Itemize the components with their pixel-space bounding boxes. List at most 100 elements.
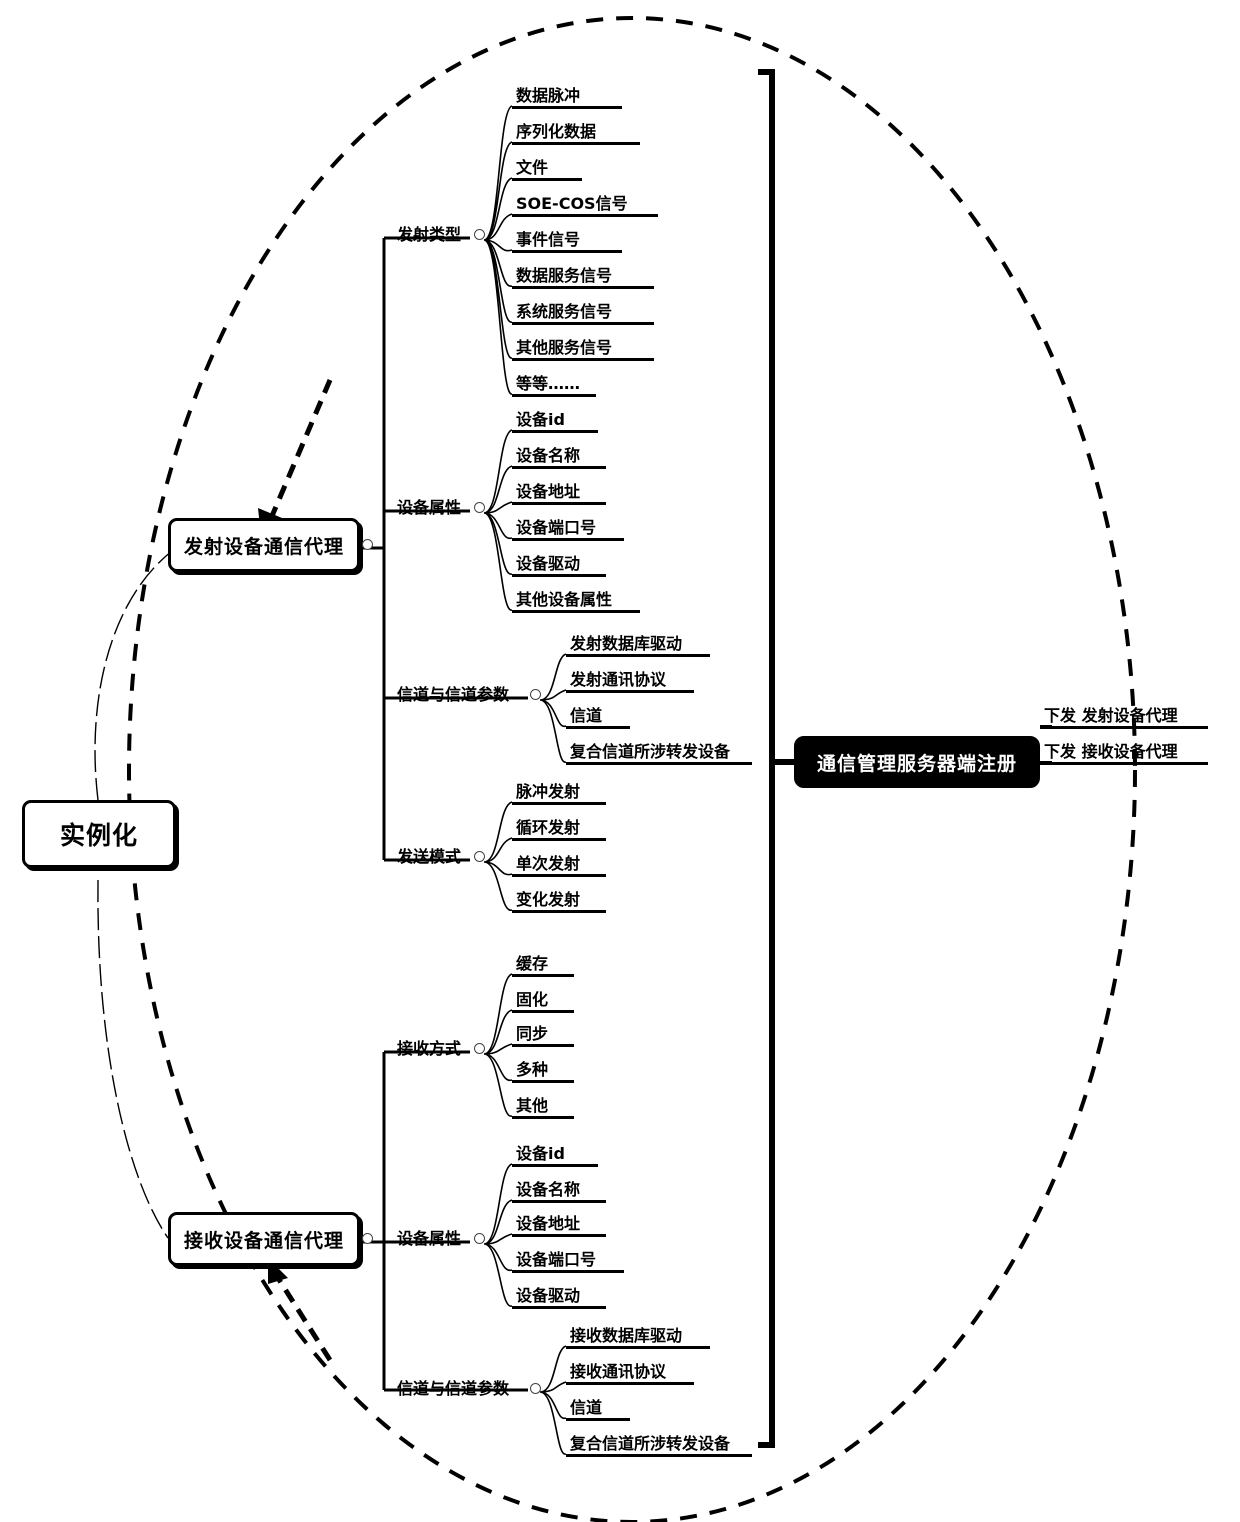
leaf-item[interactable]: SOE-COS信号 xyxy=(516,196,628,212)
collapse-dot-t2[interactable] xyxy=(530,689,541,700)
leaf-item[interactable]: 发射数据库驱动 xyxy=(570,636,682,652)
leaf-item[interactable]: 发射通讯协议 xyxy=(570,672,666,688)
leaf-underline xyxy=(512,910,606,913)
leaf-underline xyxy=(512,802,606,805)
branch-label-receive-2[interactable]: 信道与信道参数 xyxy=(397,1381,509,1397)
leaf-item[interactable]: 设备端口号 xyxy=(516,1252,596,1268)
leaf-underline xyxy=(512,1234,606,1237)
node-instantiate[interactable]: 实例化 xyxy=(22,800,176,868)
leaf-item[interactable]: 事件信号 xyxy=(516,232,580,248)
collapse-dot-t3[interactable] xyxy=(474,851,485,862)
branch-label-transmit-1[interactable]: 设备属性 xyxy=(397,500,461,516)
leaf-item[interactable]: 序列化数据 xyxy=(516,124,596,140)
leaf-item[interactable]: 其他设备属性 xyxy=(516,592,612,608)
leaf-item[interactable]: 单次发射 xyxy=(516,856,580,872)
leaf-item[interactable]: 缓存 xyxy=(516,956,548,972)
leaf-item[interactable]: 变化发射 xyxy=(516,892,580,908)
leaf-item[interactable]: 信道 xyxy=(570,708,602,724)
leaf-item[interactable]: 设备端口号 xyxy=(516,520,596,536)
leaf-item[interactable]: 信道 xyxy=(570,1400,602,1416)
leaf-underline xyxy=(512,430,598,433)
branch-label-transmit-2[interactable]: 信道与信道参数 xyxy=(397,687,509,703)
leaf-underline xyxy=(512,874,606,877)
leaf-item[interactable]: 设备驱动 xyxy=(516,556,580,572)
leaf-underline xyxy=(512,322,654,325)
leaf-underline xyxy=(512,574,606,577)
mindmap-canvas: 实例化 发射设备通信代理 接收设备通信代理 通信管理服务器端注册 发射类型 设备… xyxy=(0,0,1240,1522)
leaf-underline xyxy=(512,838,606,841)
leaf-item[interactable]: 等等…… xyxy=(516,376,580,392)
leaf-underline xyxy=(512,1200,606,1203)
leaf-underline xyxy=(512,1306,606,1309)
leaf-item[interactable]: 设备名称 xyxy=(516,448,580,464)
collapse-dot-t1[interactable] xyxy=(474,502,485,513)
leaf-item[interactable]: 接收数据库驱动 xyxy=(570,1328,682,1344)
leaf-item[interactable]: 设备地址 xyxy=(516,484,580,500)
node-receive-agent[interactable]: 接收设备通信代理 xyxy=(168,1212,360,1266)
branch-label-receive-1[interactable]: 设备属性 xyxy=(397,1231,461,1247)
leaf-item[interactable]: 数据脉冲 xyxy=(516,88,580,104)
leaf-underline xyxy=(512,214,658,217)
leaf-underline xyxy=(566,690,694,693)
leaf-item[interactable]: 固化 xyxy=(516,992,548,1008)
node-transmit-agent[interactable]: 发射设备通信代理 xyxy=(168,518,360,572)
connector-layer xyxy=(94,16,1137,1522)
leaf-underline xyxy=(512,1044,574,1047)
leaf-underline xyxy=(566,762,752,765)
leaf-item[interactable]: 脉冲发射 xyxy=(516,784,580,800)
leaf-underline xyxy=(512,538,624,541)
collapse-dot-r2[interactable] xyxy=(530,1383,541,1394)
leaf-underline xyxy=(512,974,574,977)
leaf-item[interactable]: 其他服务信号 xyxy=(516,340,612,356)
leaf-item[interactable]: 同步 xyxy=(516,1026,548,1042)
leaf-underline xyxy=(566,1418,630,1421)
leaf-underline xyxy=(512,250,622,253)
node-receive-agent-label: 接收设备通信代理 xyxy=(183,1229,344,1252)
leaf-underline xyxy=(512,1010,574,1013)
leaf-item[interactable]: 其他 xyxy=(516,1098,548,1114)
fan-t0 xyxy=(483,105,513,395)
collapse-dot-r0[interactable] xyxy=(474,1043,485,1054)
leaf-item[interactable]: 多种 xyxy=(516,1062,548,1078)
leaf-item[interactable]: 复合信道所涉转发设备 xyxy=(570,1436,730,1452)
leaf-underline xyxy=(566,1454,752,1457)
node-server-register[interactable]: 通信管理服务器端注册 xyxy=(794,736,1040,788)
leaf-item-dispatch-receive[interactable]: 下发 接收设备代理 xyxy=(1044,744,1178,760)
collapse-dot-receive[interactable] xyxy=(362,1233,373,1244)
leaf-item[interactable]: 复合信道所涉转发设备 xyxy=(570,744,730,760)
leaf-item[interactable]: 接收通讯协议 xyxy=(570,1364,666,1380)
branch-label-transmit-0[interactable]: 发射类型 xyxy=(397,227,461,243)
node-instantiate-label: 实例化 xyxy=(59,821,138,850)
leaf-item[interactable]: 循环发射 xyxy=(516,820,580,836)
collapse-dot-r1[interactable] xyxy=(474,1233,485,1244)
leaf-item[interactable]: 设备名称 xyxy=(516,1182,580,1198)
branch-label-receive-0[interactable]: 接收方式 xyxy=(397,1041,461,1057)
dashed-arrow-to-transmit xyxy=(269,379,333,517)
branch-label-transmit-3[interactable]: 发送模式 xyxy=(397,849,461,865)
leaf-item[interactable]: 设备id xyxy=(516,1146,565,1162)
main-bracket xyxy=(758,69,775,1448)
instantiate-to-receive-curve xyxy=(97,879,169,1239)
leaf-underline xyxy=(566,1346,710,1349)
leaf-underline xyxy=(512,466,606,469)
leaf-item[interactable]: 文件 xyxy=(516,160,548,176)
leaf-item[interactable]: 设备驱动 xyxy=(516,1288,580,1304)
leaf-item[interactable]: 系统服务信号 xyxy=(516,304,612,320)
leaf-item[interactable]: 设备id xyxy=(516,412,565,428)
leaf-underline xyxy=(512,1080,574,1083)
collapse-dot-t0[interactable] xyxy=(474,229,485,240)
leaf-item[interactable]: 数据服务信号 xyxy=(516,268,612,284)
leaf-underline xyxy=(512,394,596,397)
fan-t3 xyxy=(483,801,513,911)
leaf-underline xyxy=(512,610,640,613)
leaf-item[interactable]: 设备地址 xyxy=(516,1216,580,1232)
leaf-underline xyxy=(512,106,622,109)
leaf-underline xyxy=(1040,762,1208,765)
leaf-underline xyxy=(566,726,630,729)
leaf-underline xyxy=(512,1164,598,1167)
leaf-item-dispatch-transmit[interactable]: 下发 发射设备代理 xyxy=(1044,708,1178,724)
collapse-dot-transmit[interactable] xyxy=(362,539,373,550)
fan-r2 xyxy=(539,1345,567,1455)
node-transmit-agent-label: 发射设备通信代理 xyxy=(183,535,344,558)
fan-t2 xyxy=(539,653,567,763)
